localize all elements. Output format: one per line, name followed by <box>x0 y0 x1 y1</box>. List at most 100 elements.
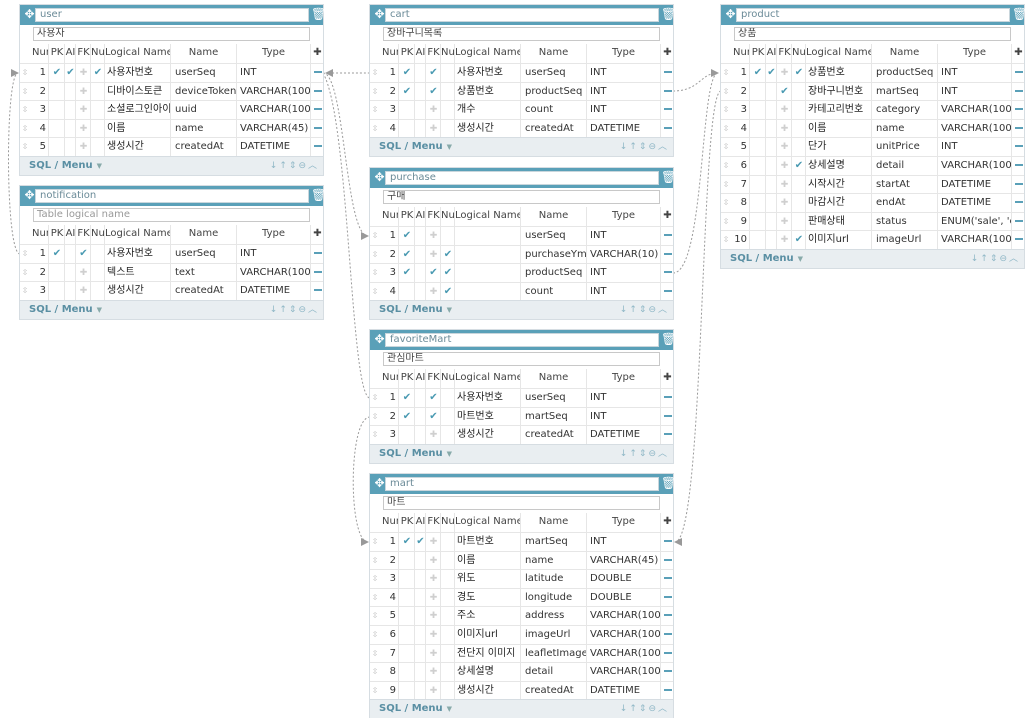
row-drag-icon[interactable]: ⇳ <box>370 645 380 663</box>
fk-toggle-icon[interactable]: ✚ <box>430 556 438 566</box>
table-name[interactable]: user <box>35 8 309 22</box>
fk-toggle-icon[interactable]: ✚ <box>781 217 789 227</box>
fk-cell[interactable]: ✚ <box>425 570 441 588</box>
remove-column-icon[interactable] <box>310 101 324 119</box>
fk-cell[interactable]: ✚ <box>75 82 91 101</box>
pk-cell[interactable] <box>398 101 415 119</box>
column-logical-name[interactable]: 상세설명 <box>454 663 520 681</box>
table-favoriteMart[interactable]: ✥favoriteMart🗑 관심마트 NumPKAIFKNullLogical N… <box>370 330 676 463</box>
fk-check-icon[interactable]: ✔ <box>429 67 437 78</box>
column-name[interactable]: name <box>170 119 236 138</box>
table-logical-name-input[interactable]: 구매 <box>383 190 660 204</box>
column-name[interactable]: userSeq <box>520 227 586 245</box>
table-name[interactable]: notification <box>35 189 309 203</box>
column-name[interactable]: count <box>520 282 586 301</box>
column-type[interactable]: VARCHAR(100) <box>586 607 660 625</box>
collapse-icon[interactable]: ︿ <box>658 305 669 315</box>
pk-cell[interactable] <box>398 282 415 301</box>
table-name[interactable]: cart <box>385 8 659 22</box>
fk-cell[interactable]: ✚ <box>776 175 792 194</box>
fk-toggle-icon[interactable]: ✚ <box>781 124 789 134</box>
row-drag-icon[interactable]: ⇳ <box>20 245 30 263</box>
pk-cell[interactable] <box>749 101 766 119</box>
null-cell[interactable] <box>440 389 455 407</box>
trash-icon[interactable]: 🗑 <box>1012 7 1027 22</box>
column-logical-name[interactable]: 이미지url <box>454 625 520 644</box>
pk-cell[interactable]: ✔ <box>398 82 415 101</box>
column-type[interactable]: DATETIME <box>937 194 1011 212</box>
table-controls[interactable]: ↓↑⇕⊖︿ <box>620 302 669 318</box>
updown-icon[interactable]: ⇕ <box>639 142 649 152</box>
column-logical-name[interactable]: 상세설명 <box>805 156 871 175</box>
fk-cell[interactable]: ✔ <box>425 389 441 407</box>
updown-icon[interactable]: ⇕ <box>289 161 299 171</box>
fk-toggle-icon[interactable]: ✚ <box>430 574 438 584</box>
fk-check-icon[interactable]: ✔ <box>429 86 437 97</box>
column-logical-name[interactable]: 이름 <box>805 119 871 138</box>
pk-cell[interactable] <box>398 551 415 570</box>
column-logical-name[interactable]: 경도 <box>454 588 520 607</box>
table-header[interactable]: ✥ cart 🗑 <box>370 5 676 25</box>
fk-toggle-icon[interactable]: ✚ <box>430 630 438 640</box>
column-name[interactable]: uuid <box>170 101 236 119</box>
column-logical-name[interactable]: 생성시간 <box>104 138 170 156</box>
column-type[interactable]: VARCHAR(100) <box>937 101 1011 119</box>
sort-icon[interactable]: ↓↑ <box>620 142 639 152</box>
row-drag-icon[interactable]: ⇳ <box>370 426 380 444</box>
column-logical-name[interactable]: 마감시간 <box>805 194 871 212</box>
collapse-icon[interactable]: ︿ <box>308 161 319 171</box>
column-logical-name[interactable]: 시작시간 <box>805 175 871 194</box>
trash-icon[interactable]: 🗑 <box>311 7 326 22</box>
add-column-icon[interactable]: ✚ <box>660 207 674 226</box>
fk-cell[interactable]: ✔ <box>425 264 441 282</box>
pk-check-icon[interactable]: ✔ <box>403 392 411 403</box>
pk-cell[interactable] <box>48 282 65 300</box>
fk-toggle-icon[interactable]: ✚ <box>80 268 88 278</box>
column-name[interactable]: address <box>520 607 586 625</box>
pk-cell[interactable]: ✔ <box>398 533 415 551</box>
column-logical-name[interactable]: 판매상태 <box>805 212 871 231</box>
null-cell[interactable] <box>791 194 806 212</box>
pk-cell[interactable]: ✔ <box>398 64 415 82</box>
remove-column-icon[interactable] <box>310 82 324 101</box>
fk-cell[interactable]: ✚ <box>425 533 441 551</box>
null-check-icon[interactable]: ✔ <box>444 267 452 278</box>
fk-cell[interactable]: ✔ <box>425 407 441 426</box>
row-drag-icon[interactable]: ⇳ <box>20 101 30 119</box>
column-type[interactable]: INT <box>586 282 660 301</box>
null-cell[interactable] <box>440 407 455 426</box>
null-cell[interactable] <box>791 175 806 194</box>
pk-cell[interactable] <box>398 625 415 644</box>
column-logical-name[interactable] <box>454 245 520 264</box>
fk-cell[interactable]: ✚ <box>776 101 792 119</box>
fk-cell[interactable]: ✚ <box>776 156 792 175</box>
column-logical-name[interactable]: 생성시간 <box>454 119 520 138</box>
column-name[interactable]: createdAt <box>520 681 586 700</box>
fk-toggle-icon[interactable]: ✚ <box>781 235 789 245</box>
column-type[interactable]: DATETIME <box>586 681 660 700</box>
column-name[interactable]: text <box>170 263 236 282</box>
pk-cell[interactable] <box>48 263 65 282</box>
fk-toggle-icon[interactable]: ✚ <box>781 180 789 190</box>
collapse-icon[interactable]: ︿ <box>658 449 669 459</box>
column-name[interactable]: userSeq <box>520 64 586 82</box>
pk-cell[interactable]: ✔ <box>398 407 415 426</box>
column-type[interactable]: VARCHAR(100) <box>937 156 1011 175</box>
remove-column-icon[interactable] <box>660 681 674 700</box>
remove-column-icon[interactable] <box>660 245 674 264</box>
row-drag-icon[interactable]: ⇳ <box>370 408 380 426</box>
table-logical-name-input[interactable]: 사용자 <box>33 27 310 41</box>
fk-toggle-icon[interactable]: ✚ <box>80 68 88 78</box>
row-drag-icon[interactable]: ⇳ <box>721 138 731 156</box>
fk-cell[interactable]: ✚ <box>425 551 441 570</box>
remove-column-icon[interactable] <box>660 264 674 282</box>
sql-menu-button[interactable]: SQL / Menu ▼ <box>730 251 803 267</box>
null-cell[interactable] <box>90 263 105 282</box>
null-cell[interactable]: ✔ <box>90 64 105 82</box>
null-cell[interactable] <box>440 64 455 82</box>
null-cell[interactable]: ✔ <box>440 245 455 264</box>
pk-cell[interactable]: ✔ <box>398 227 415 245</box>
remove-column-icon[interactable] <box>660 533 674 551</box>
column-type[interactable]: INT <box>586 533 660 551</box>
row-drag-icon[interactable]: ⇳ <box>370 64 380 82</box>
